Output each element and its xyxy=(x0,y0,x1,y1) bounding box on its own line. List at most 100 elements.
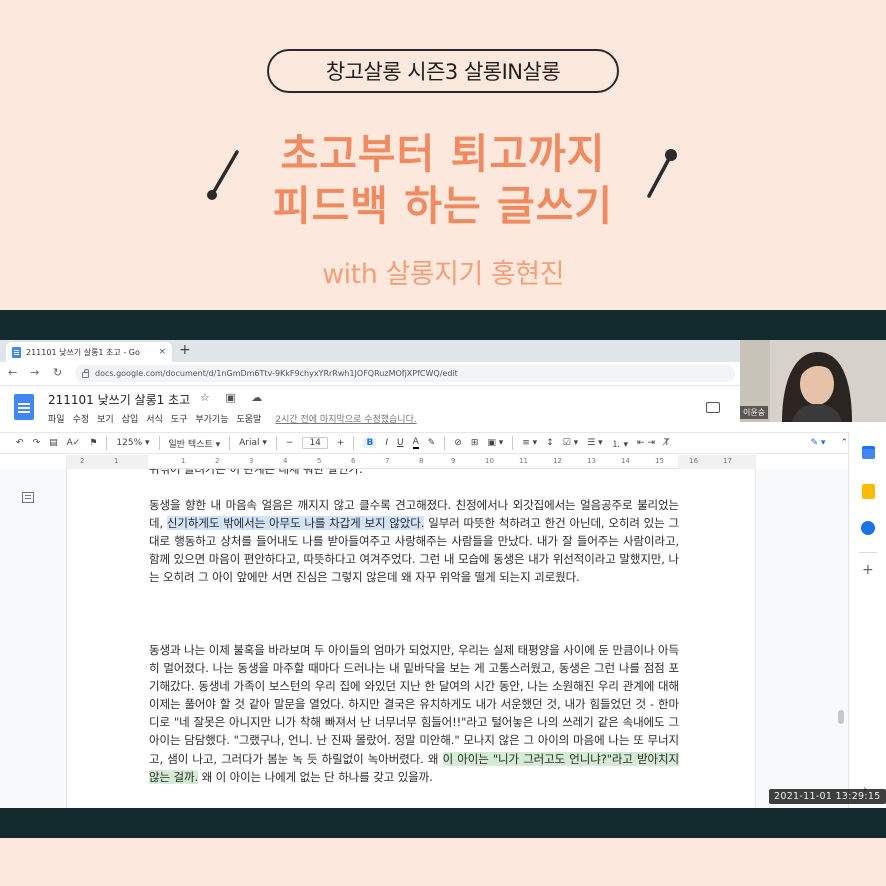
style-select[interactable]: 일반 텍스트 ▾ xyxy=(169,437,221,450)
para1-highlight: 신기하게도 밖에서는 아무도 나를 차갑게 보지 않았다. xyxy=(166,516,425,531)
reload-icon[interactable]: ↻ xyxy=(53,366,62,379)
ruler-tick: 3 xyxy=(249,457,254,465)
toolbar-divider xyxy=(353,436,355,450)
vertical-scrollbar[interactable] xyxy=(838,710,844,724)
video-band-top xyxy=(0,310,886,340)
zoom-select[interactable]: 125% ▾ xyxy=(116,438,149,448)
toolbar-divider xyxy=(158,436,160,450)
menu-help[interactable]: 도움말 xyxy=(237,412,262,425)
redo-icon[interactable]: ↷ xyxy=(33,438,41,448)
clear-formatting-icon[interactable]: T̸ xyxy=(664,438,670,448)
undo-icon[interactable]: ↶ xyxy=(16,438,24,448)
document-outline-icon[interactable] xyxy=(22,492,34,503)
toolbar-divider xyxy=(275,436,277,450)
docs-toolbar: ↶ ↷ ▤ A✓ ⚑ 125% ▾ 일반 텍스트 ▾ Arial ▾ − 14 … xyxy=(0,432,848,454)
menu-view[interactable]: 보기 xyxy=(97,412,114,425)
insert-image-icon[interactable]: ▣ ▾ xyxy=(487,438,503,448)
numbered-list-icon[interactable]: ⒈ ▾ xyxy=(612,437,628,450)
insert-link-icon[interactable]: ⊘ xyxy=(454,438,462,448)
menu-addons[interactable]: 부가기능 xyxy=(195,412,228,425)
star-move-cloud-icon[interactable]: ☆ ▣ ☁ xyxy=(200,391,268,404)
menu-bar: 파일 수정 보기 삽입 서식 도구 부가기능 도움말 2시간 전에 마지막으로 … xyxy=(48,412,417,425)
insert-comment-icon[interactable]: ⊞ xyxy=(471,438,479,448)
align-icon[interactable]: ≡ ▾ xyxy=(522,438,537,448)
ruler-tick: 13 xyxy=(587,457,596,465)
highlight-color-icon[interactable]: ✎ xyxy=(428,438,436,448)
indent-icon[interactable]: ⇤ ⇥ xyxy=(637,438,655,448)
headline-line-2: 피드백 하는 글쓰기 xyxy=(272,182,614,230)
bold-button[interactable]: B xyxy=(363,438,377,448)
font-size-input[interactable]: 14 xyxy=(302,437,328,449)
side-panel: + › xyxy=(848,432,886,808)
toolbar-divider xyxy=(106,436,108,450)
tasks-icon[interactable] xyxy=(861,521,875,535)
back-arrow-icon[interactable]: ← xyxy=(8,366,17,379)
font-size-increase-button[interactable]: + xyxy=(337,438,345,448)
ruler-tick: 7 xyxy=(385,457,390,465)
keep-icon[interactable] xyxy=(862,484,875,499)
comment-history-icon[interactable] xyxy=(706,402,720,413)
url-input[interactable]: docs.google.com/document/d/1nGmDm6Ttv-9K… xyxy=(75,365,735,382)
menu-edit[interactable]: 수정 xyxy=(73,412,90,425)
document-title[interactable]: 211101 낮쓰기 살롱1 초고 xyxy=(48,391,190,408)
bullet-list-icon[interactable]: ☰ ▾ xyxy=(587,438,602,448)
calendar-icon[interactable] xyxy=(862,446,875,459)
ruler-tick: 2 xyxy=(215,457,220,465)
checklist-icon[interactable]: ☑ ▾ xyxy=(563,438,578,448)
lock-icon xyxy=(82,368,89,378)
font-select[interactable]: Arial ▾ xyxy=(239,438,267,448)
menu-insert[interactable]: 삽입 xyxy=(122,412,139,425)
ruler-tick: 1 xyxy=(181,457,186,465)
tab-title: 211101 낮쓰기 살롱1 초고 - Go xyxy=(26,347,140,357)
ruler-tick: 12 xyxy=(553,457,562,465)
editing-mode-icon[interactable]: ✎ ▾ xyxy=(811,438,826,448)
ruler-tick: 9 xyxy=(451,457,456,465)
side-panel-divider xyxy=(859,552,877,553)
ruler-tick: 11 xyxy=(519,457,528,465)
google-docs-logo-icon[interactable] xyxy=(14,394,34,420)
recording-timestamp: 2021-11-01 13:29:15 xyxy=(769,789,886,804)
new-tab-button[interactable]: + xyxy=(179,342,191,358)
toolbar-divider xyxy=(229,436,231,450)
forward-arrow-icon[interactable]: → xyxy=(30,366,39,379)
video-band-bottom xyxy=(0,808,886,838)
headline-line-1: 초고부터 퇴고까지 xyxy=(280,130,606,178)
participant-video: 이윤숭 xyxy=(740,340,886,422)
para2-text-after: 왜 이 아이는 나에게 없는 단 하나를 갖고 있을까. xyxy=(198,769,433,784)
collapse-menu-icon[interactable]: ⌃ xyxy=(840,438,848,448)
menu-file[interactable]: 파일 xyxy=(48,412,65,425)
font-size-decrease-button[interactable]: − xyxy=(286,438,294,448)
document-paragraph-2: 동생과 나는 이제 불혹을 바라보며 두 아이들의 엄마가 되었지만, 우리는 … xyxy=(149,641,679,786)
footer-strip xyxy=(0,838,886,886)
document-cut-line: 뒤섞어 돌려가는 이 관계는 대체 뭐란 말인가. xyxy=(149,469,363,476)
menu-tools[interactable]: 도구 xyxy=(171,412,188,425)
tab-close-icon[interactable]: × xyxy=(158,347,166,357)
ruler[interactable]: 2 1 1 2 3 4 5 6 7 8 9 10 11 12 13 14 15 … xyxy=(66,455,756,469)
underline-button[interactable]: U xyxy=(397,438,404,448)
paint-format-icon[interactable]: ⚑ xyxy=(89,438,97,448)
toolbar-divider xyxy=(512,436,514,450)
text-color-icon[interactable]: A xyxy=(412,437,419,449)
docs-header: 211101 낮쓰기 살롱1 초고 ☆ ▣ ☁ 파일 수정 보기 삽입 서식 도… xyxy=(0,386,740,430)
italic-button[interactable]: I xyxy=(385,438,388,448)
ruler-tick: 17 xyxy=(723,457,732,465)
ruler-tick: 16 xyxy=(689,457,698,465)
ruler-tick: 14 xyxy=(621,457,630,465)
spellcheck-icon[interactable]: A✓ xyxy=(67,438,81,448)
print-icon[interactable]: ▤ xyxy=(49,438,58,448)
series-pill: 창고살롱 시즌3 살롱IN살롱 xyxy=(267,49,619,93)
last-edit-link[interactable]: 2시간 전에 마지막으로 수정했습니다. xyxy=(275,412,416,425)
ruler-tick: 5 xyxy=(317,457,322,465)
url-text: docs.google.com/document/d/1nGmDm6Ttv-9K… xyxy=(95,369,458,378)
headline: 초고부터 퇴고까지 피드백 하는 글쓰기 xyxy=(0,128,886,232)
byline: with 살롱지기 홍현진 xyxy=(322,259,564,290)
document-page[interactable]: 뒤섞어 돌려가는 이 관계는 대체 뭐란 말인가. 동생을 향한 내 마음속 얼… xyxy=(66,469,756,808)
shared-screen: 211101 낮쓰기 살롱1 초고 - Go × + ← → ↻ docs.go… xyxy=(0,340,886,808)
ruler-tick: 1 xyxy=(114,457,119,465)
browser-tab[interactable]: 211101 낮쓰기 살롱1 초고 - Go × xyxy=(6,342,172,362)
ruler-tick: 8 xyxy=(419,457,424,465)
menu-format[interactable]: 서식 xyxy=(146,412,163,425)
line-spacing-icon[interactable]: ↕ xyxy=(546,438,554,448)
ruler-margin-left xyxy=(66,455,148,469)
add-ons-plus-icon[interactable]: + xyxy=(862,562,874,578)
